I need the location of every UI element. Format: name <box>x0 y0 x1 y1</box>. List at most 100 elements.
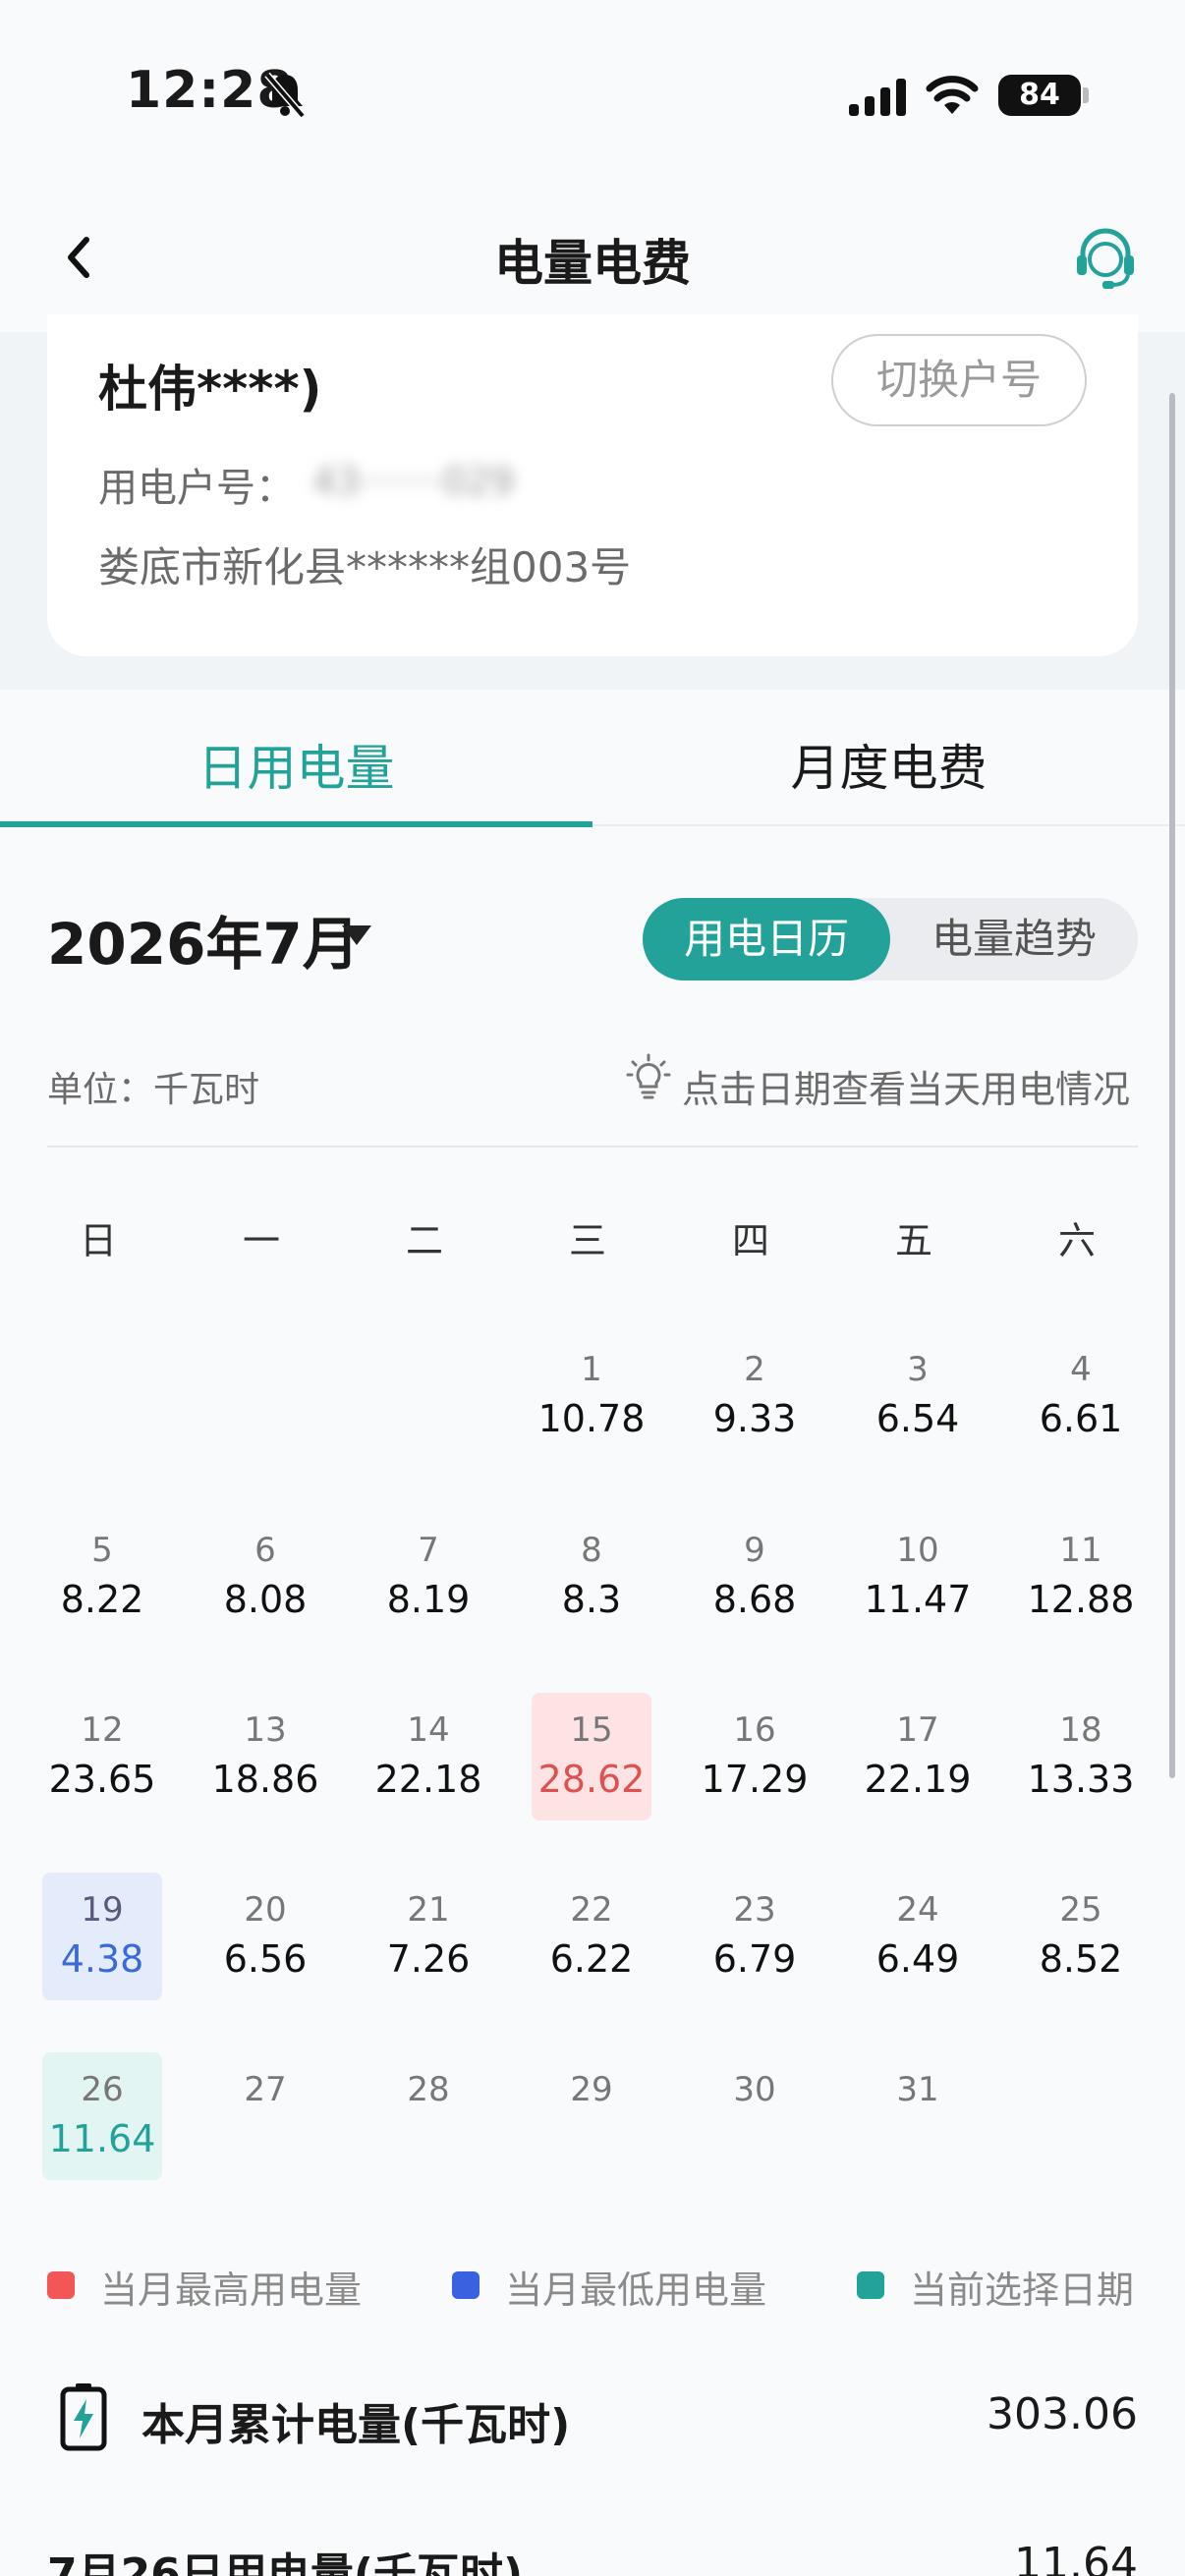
calendar-day-usage: 8.68 <box>712 1578 797 1621</box>
month-total-label: 本月累计电量(千瓦时) <box>141 2400 571 2450</box>
calendar-day[interactable]: 22 6.22 <box>532 1873 651 2000</box>
calendar-day-number: 12 <box>81 1710 124 1750</box>
calendar-day-usage: 6.61 <box>1039 1397 1123 1440</box>
tab-daily-usage[interactable]: 日用电量 <box>0 729 592 800</box>
scrollbar[interactable] <box>1169 393 1175 1778</box>
weekday-sat: 六 <box>1057 1219 1096 1262</box>
account-number-label: 用电户号： <box>98 466 295 511</box>
calendar-day-number: 9 <box>744 1531 765 1570</box>
trend-view-button[interactable]: 电量趋势 <box>890 898 1138 980</box>
calendar-day[interactable]: 19 4.38 <box>42 1873 162 2000</box>
weekday-sun: 日 <box>79 1219 117 1262</box>
calendar-day-number: 21 <box>407 1890 450 1930</box>
month-selector[interactable]: 2026年7月 <box>47 898 360 980</box>
weekday-mon: 一 <box>242 1219 280 1262</box>
calendar-day[interactable]: 5 8.22 <box>42 1513 162 1641</box>
calendar-day-usage: 7.26 <box>386 1937 471 1981</box>
calendar-day-usage: 10.78 <box>537 1397 646 1440</box>
calendar-day[interactable]: 24 6.49 <box>858 1873 978 2000</box>
calendar-day-number: 17 <box>896 1710 939 1750</box>
calendar-day[interactable]: 1 10.78 <box>532 1332 651 1460</box>
calendar-day-usage: 6.22 <box>549 1937 634 1981</box>
divider <box>47 1146 1138 1148</box>
calendar-day-number: 18 <box>1059 1710 1102 1750</box>
cellular-signal-icon <box>849 77 908 116</box>
calendar-day[interactable]: 12 23.65 <box>42 1693 162 1820</box>
calendar-day[interactable]: 21 7.26 <box>368 1873 488 2000</box>
calendar-day[interactable]: 3 6.54 <box>858 1332 978 1460</box>
calendar-day[interactable]: 30 <box>695 2052 815 2180</box>
calendar-day[interactable]: 26 11.64 <box>42 2052 162 2180</box>
legend-min-label: 当月最低用电量 <box>505 2268 767 2312</box>
calendar-day-number: 23 <box>733 1890 776 1930</box>
wifi-icon <box>926 76 979 114</box>
calendar-day-usage: 8.19 <box>386 1578 471 1621</box>
calendar-view-button[interactable]: 用电日历 <box>643 898 890 980</box>
customer-service-icon[interactable] <box>1073 224 1138 293</box>
calendar-day[interactable]: 16 17.29 <box>695 1693 815 1820</box>
calendar-day-number: 1 <box>581 1350 602 1389</box>
calendar-day-number: 4 <box>1070 1350 1092 1389</box>
calendar-day-number: 24 <box>896 1890 939 1930</box>
calendar-day[interactable]: 10 11.47 <box>858 1513 978 1641</box>
calendar-day[interactable]: 27 <box>205 2052 325 2180</box>
calendar-day-usage: 28.62 <box>537 1758 646 1801</box>
calendar-day-number: 5 <box>91 1531 113 1570</box>
caret-down-icon[interactable] <box>342 925 371 945</box>
calendar-day-number: 10 <box>896 1531 939 1570</box>
tab-monthly-bill[interactable]: 月度电费 <box>592 729 1185 800</box>
page-title: 电量电费 <box>494 235 691 292</box>
calendar-day[interactable]: 15 28.62 <box>532 1693 651 1820</box>
calendar-day-number: 11 <box>1059 1531 1102 1570</box>
calendar-day[interactable]: 9 8.68 <box>695 1513 815 1641</box>
calendar-day-number: 8 <box>581 1531 602 1570</box>
calendar-hint: 点击日期查看当天用电情况 <box>682 1068 1131 1111</box>
switch-account-button[interactable]: 切换户号 <box>831 334 1087 426</box>
calendar-day-number: 7 <box>418 1531 439 1570</box>
calendar-day[interactable]: 4 6.61 <box>1021 1332 1141 1460</box>
calendar-day[interactable]: 6 8.08 <box>205 1513 325 1641</box>
calendar-day-number: 29 <box>570 2070 613 2109</box>
calendar-day[interactable]: 25 8.52 <box>1021 1873 1141 2000</box>
calendar-day-usage: 6.56 <box>223 1937 308 1981</box>
legend-min-swatch <box>452 2271 480 2299</box>
calendar-day-number: 30 <box>733 2070 776 2109</box>
calendar-day[interactable]: 20 6.56 <box>205 1873 325 2000</box>
account-address: 娄底市新化县******组003号 <box>98 543 632 591</box>
calendar-day-usage: 18.86 <box>211 1758 319 1801</box>
calendar-day-usage: 8.08 <box>223 1578 308 1621</box>
selected-day-usage-value: 11.64 <box>1014 2539 1138 2576</box>
calendar-day[interactable]: 14 22.18 <box>368 1693 488 1820</box>
calendar-day[interactable]: 18 13.33 <box>1021 1693 1141 1820</box>
calendar-day-number: 20 <box>244 1890 287 1930</box>
calendar-day[interactable]: 28 <box>368 2052 488 2180</box>
calendar-day-usage: 6.49 <box>875 1937 960 1981</box>
calendar-day-number: 25 <box>1059 1890 1102 1930</box>
calendar-day-number: 16 <box>733 1710 776 1750</box>
weekday-fri: 五 <box>894 1219 932 1262</box>
battery-indicator: 84 <box>998 75 1081 116</box>
calendar-day[interactable]: 13 18.86 <box>205 1693 325 1820</box>
calendar-day[interactable]: 17 22.19 <box>858 1693 978 1820</box>
calendar-day-usage: 11.64 <box>48 2117 156 2160</box>
calendar-day[interactable]: 2 9.33 <box>695 1332 815 1460</box>
legend-selected-label: 当前选择日期 <box>910 2268 1135 2312</box>
calendar-day-number: 27 <box>244 2070 287 2109</box>
calendar-day[interactable]: 8 8.3 <box>532 1513 651 1641</box>
calendar-day[interactable]: 23 6.79 <box>695 1873 815 2000</box>
calendar-day-number: 19 <box>81 1890 124 1930</box>
calendar-day-usage: 17.29 <box>701 1758 809 1801</box>
calendar-day-number: 22 <box>570 1890 613 1930</box>
calendar-day-number: 28 <box>407 2070 450 2109</box>
calendar-day[interactable]: 11 12.88 <box>1021 1513 1141 1641</box>
calendar-day[interactable]: 31 <box>858 2052 978 2180</box>
calendar-day-usage: 22.19 <box>864 1758 972 1801</box>
calendar-day-number: 14 <box>407 1710 450 1750</box>
month-total-value: 303.06 <box>987 2389 1138 2439</box>
calendar-day-number: 2 <box>744 1350 765 1389</box>
calendar-day-usage: 13.33 <box>1027 1758 1135 1801</box>
weekday-thu: 四 <box>731 1219 769 1262</box>
calendar-day[interactable]: 7 8.19 <box>368 1513 488 1641</box>
calendar-day[interactable]: 29 <box>532 2052 651 2180</box>
battery-cap <box>1083 87 1089 103</box>
